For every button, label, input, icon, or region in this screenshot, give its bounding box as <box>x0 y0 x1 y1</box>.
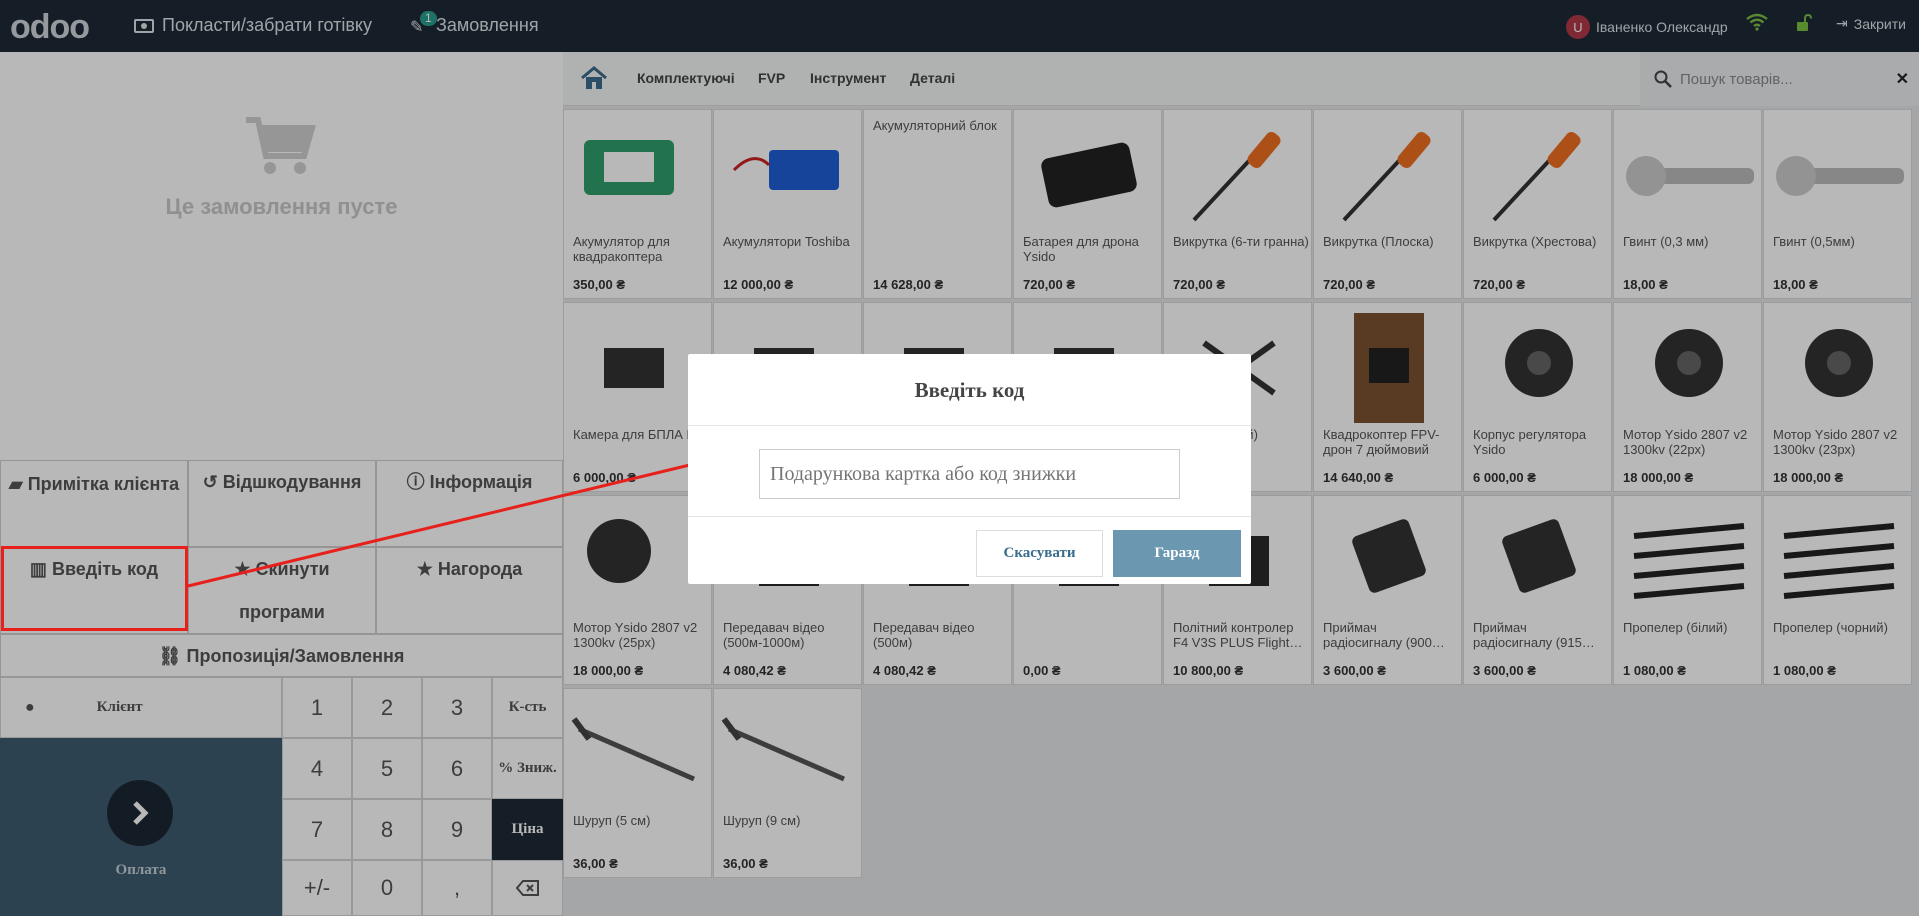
dialog-title: Введіть код <box>914 378 1025 402</box>
divider <box>688 516 1251 517</box>
enter-code-dialog: Введіть код Скасувати Гаразд <box>688 354 1251 584</box>
divider <box>688 425 1251 426</box>
ok-button[interactable]: Гаразд <box>1113 530 1241 577</box>
cancel-button[interactable]: Скасувати <box>976 530 1103 577</box>
annotation-highlight-box <box>1 546 188 631</box>
code-input[interactable] <box>759 449 1180 499</box>
